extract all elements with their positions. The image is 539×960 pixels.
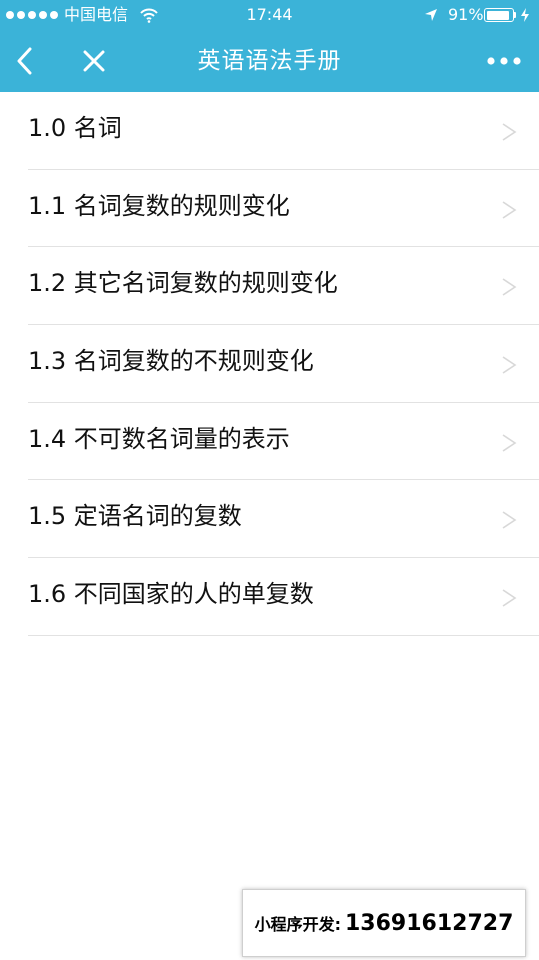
list-item[interactable]: 1.2 其它名词复数的规则变化 (0, 247, 539, 326)
back-button[interactable] (4, 30, 44, 92)
banner-phone: 13691612727 (345, 910, 514, 936)
battery-tip (514, 12, 516, 18)
list-item-label: 1.1 名词复数的规则变化 (28, 191, 290, 220)
list-item[interactable]: 1.6 不同国家的人的单复数 (0, 558, 539, 636)
battery-level (486, 10, 510, 20)
more-button[interactable] (478, 30, 530, 92)
list-item-label: 1.2 其它名词复数的规则变化 (28, 269, 338, 298)
top-bar: 中国电信 17:44 91% 英语语法手册 (0, 0, 539, 92)
status-bar: 中国电信 17:44 91% (0, 0, 539, 30)
location-arrow-icon (425, 9, 437, 21)
chevron-right-icon (502, 434, 517, 452)
divider (28, 634, 539, 636)
list-item-label: 1.3 名词复数的不规则变化 (28, 347, 314, 376)
more-dots-icon (487, 57, 521, 65)
chevron-right-icon (502, 511, 517, 530)
banner-label: 小程序开发: (254, 915, 341, 934)
chapter-list: 1.0 名词 1.1 名词复数的规则变化 1.2 其它名词复数的规则变化 1.3… (0, 92, 539, 636)
list-item[interactable]: 1.4 不可数名词量的表示 (0, 403, 539, 481)
chevron-right-icon (502, 123, 517, 141)
battery-percent: 91% (448, 5, 484, 24)
chevron-right-icon (502, 356, 517, 374)
page-title: 英语语法手册 (197, 48, 342, 74)
list-item[interactable]: 1.3 名词复数的不规则变化 (0, 325, 539, 403)
close-x-icon (83, 50, 105, 72)
charging-bolt-icon (521, 8, 529, 22)
chevron-right-icon (502, 278, 517, 297)
close-button[interactable] (72, 30, 116, 92)
list-item-label: 1.0 名词 (28, 114, 122, 142)
list-item[interactable]: 1.5 定语名词的复数 (0, 480, 539, 559)
battery-icon (484, 8, 514, 22)
list-item-label: 1.6 不同国家的人的单复数 (28, 580, 314, 609)
navigation-bar: 英语语法手册 (0, 30, 539, 92)
list-item-label: 1.5 定语名词的复数 (28, 502, 242, 531)
chevron-right-icon (502, 589, 517, 607)
list-item-label: 1.4 不可数名词量的表示 (28, 424, 290, 453)
list-item[interactable]: 1.0 名词 (0, 92, 539, 170)
back-chevron-icon (17, 47, 32, 75)
list-item[interactable]: 1.1 名词复数的规则变化 (0, 170, 539, 248)
chevron-right-icon (502, 201, 517, 219)
developer-contact-banner: 小程序开发: 13691612727 (242, 889, 526, 957)
